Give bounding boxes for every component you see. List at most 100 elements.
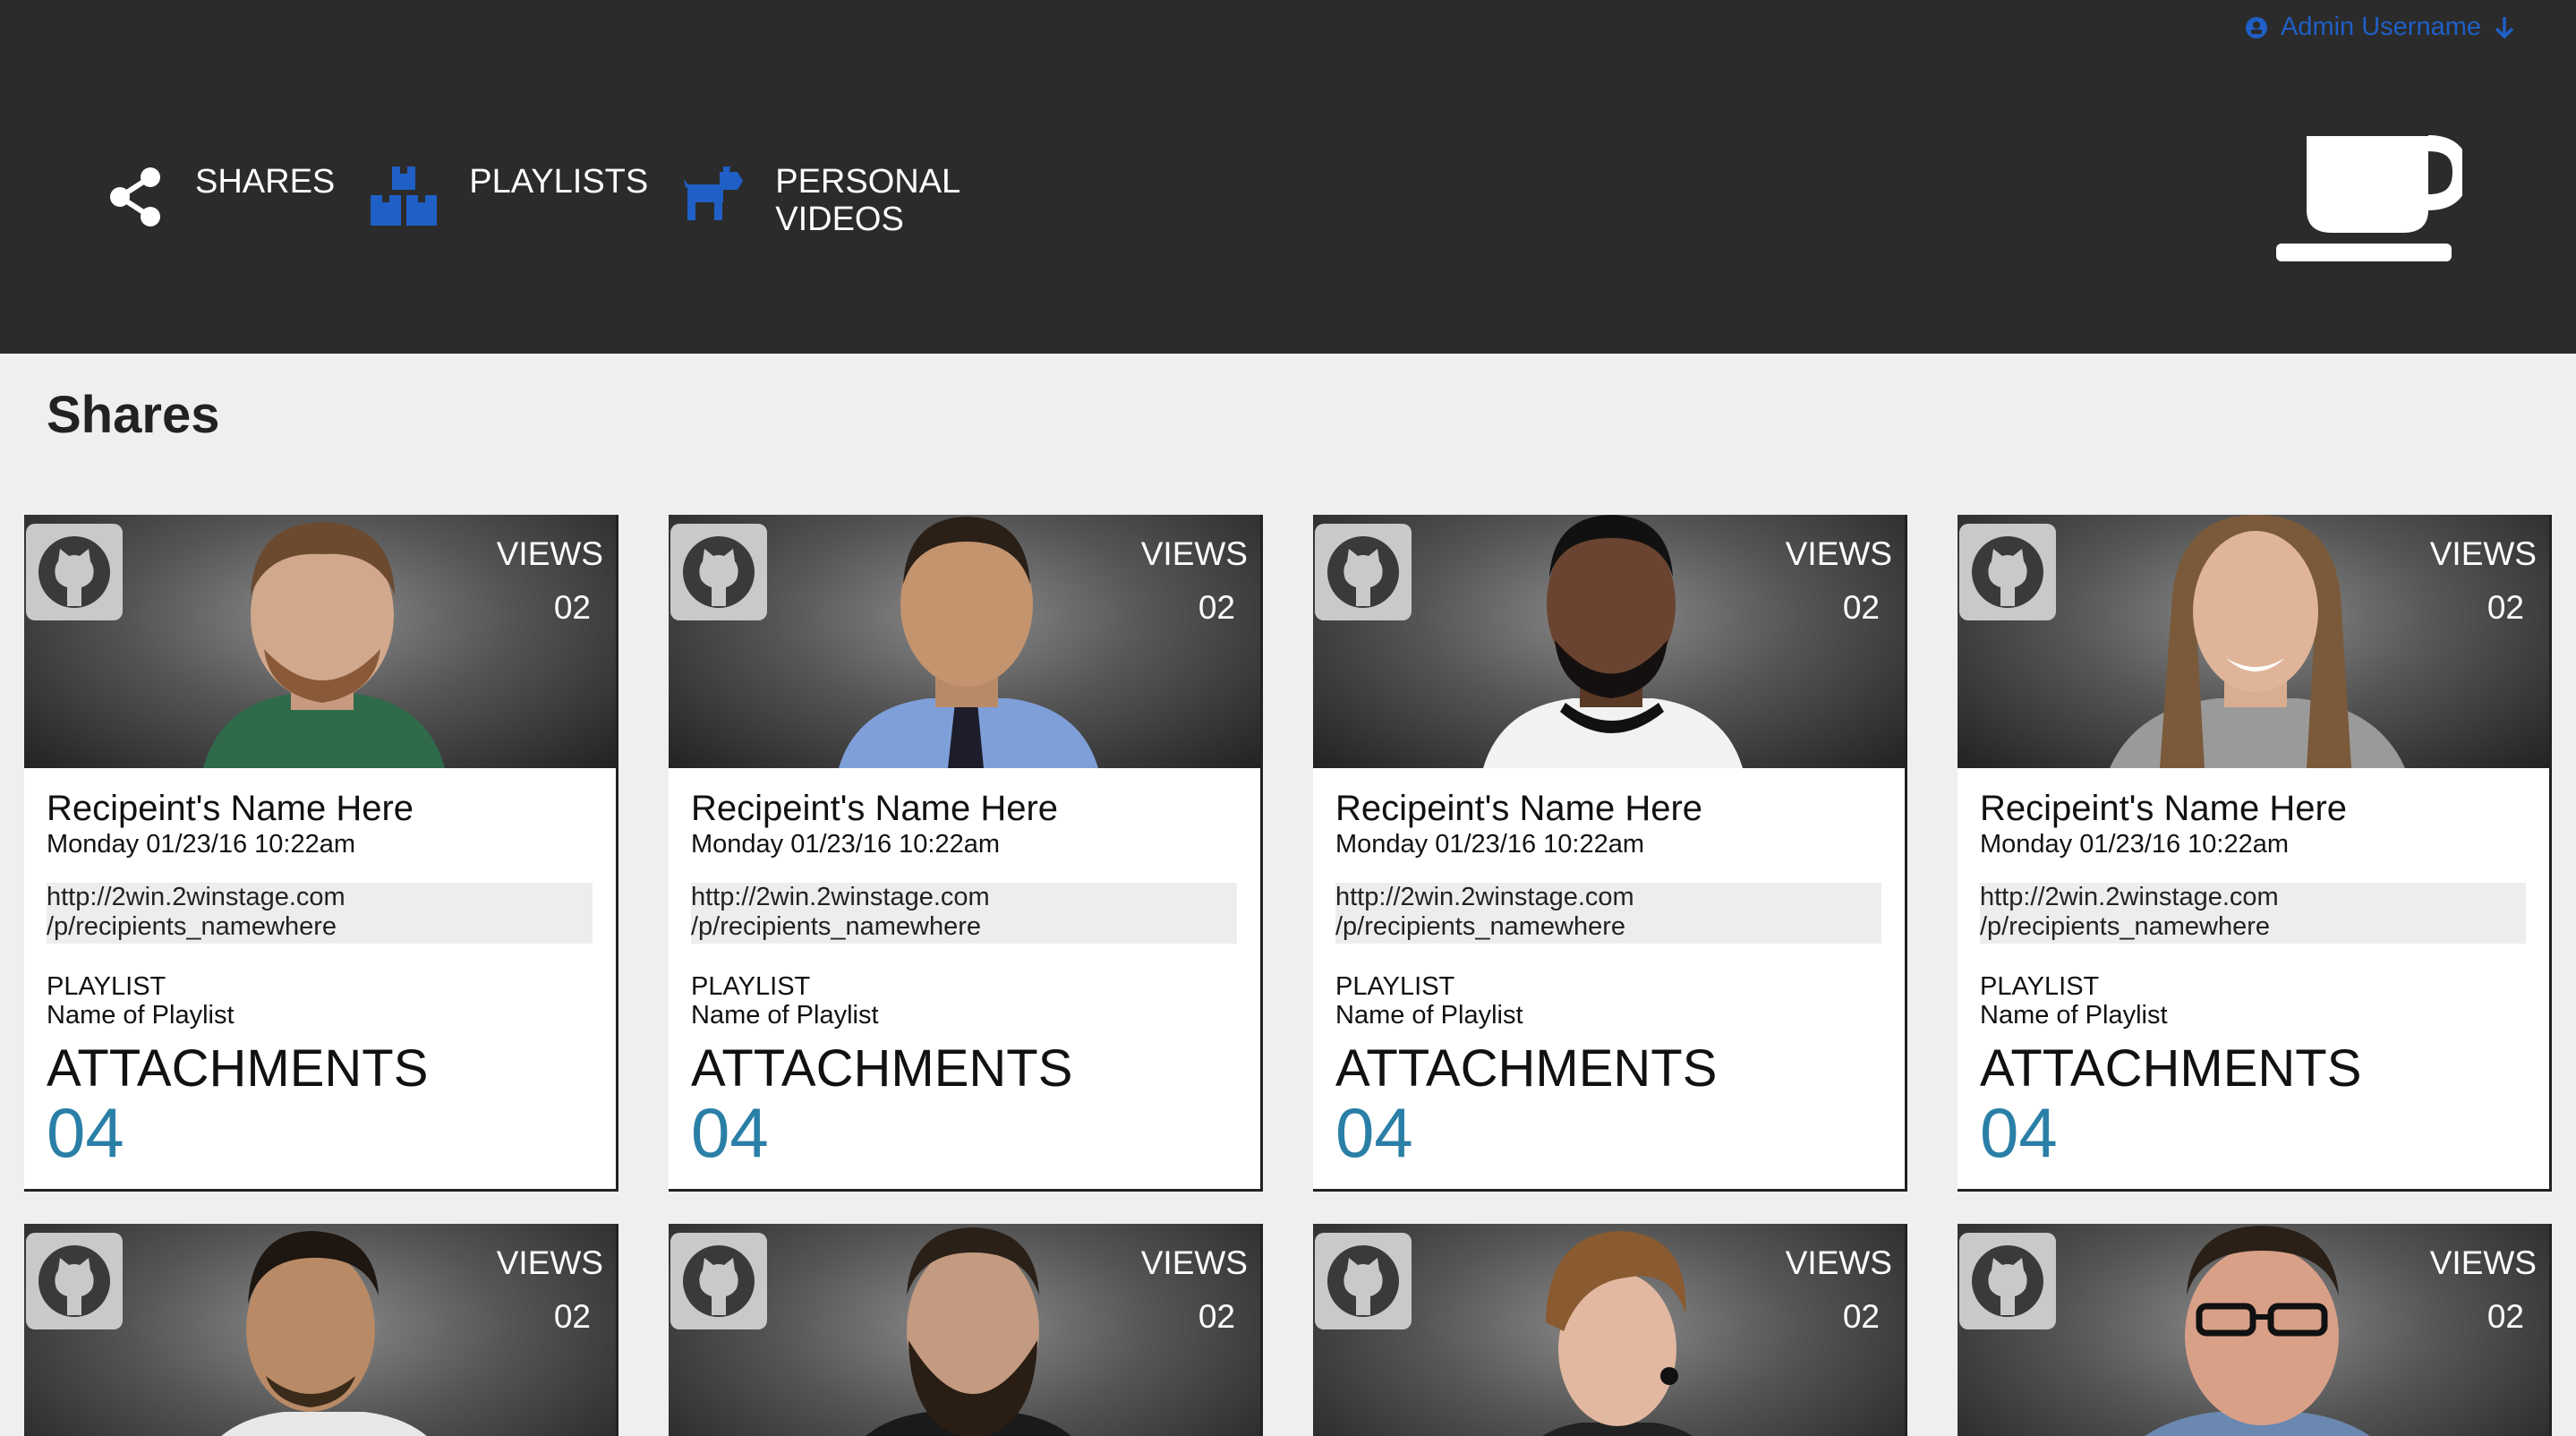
recipient-photo: VIEWS 02 (669, 515, 1260, 768)
nav-shares-label: SHARES (195, 163, 336, 201)
share-icon (109, 167, 163, 227)
share-date: Monday 01/23/16 10:22am (1980, 830, 2290, 859)
views-counter: VIEWS 02 (1786, 527, 1892, 635)
playlist-name: Name of Playlist (1980, 1001, 2168, 1030)
recipient-name: Recipeint's Name Here (1335, 789, 1703, 828)
views-counter: VIEWS 02 (2430, 1236, 2537, 1344)
attachments-label: ATTACHMENTS (47, 1039, 429, 1098)
playlist-name: Name of Playlist (1335, 1001, 1523, 1030)
share-url[interactable]: http://2win.2winstage.com /p/recipients_… (47, 883, 593, 944)
nav-playlists-label: PLAYLISTS (469, 163, 649, 201)
views-count: 02 (1842, 1298, 1880, 1335)
dog-icon (684, 167, 744, 222)
top-header-bar: Admin Username SHARES PLAYLISTS PERSONAL… (0, 0, 2576, 354)
recipient-name: Recipeint's Name Here (47, 789, 414, 828)
attachments-count: 04 (1335, 1093, 1413, 1172)
share-url-line-2: /p/recipients_namewhere (1335, 912, 1626, 941)
share-card[interactable]: VIEWS 02 Recipeint's Name Here Monday 01… (24, 515, 618, 1192)
share-url-line-2: /p/recipients_namewhere (47, 912, 337, 941)
user-circle-icon (2245, 16, 2268, 39)
github-icon[interactable] (1959, 524, 2056, 620)
arrow-down-icon (2494, 15, 2515, 40)
nav-personal-videos-label: PERSONAL VIDEOS (775, 163, 960, 238)
views-label: VIEWS (2429, 535, 2537, 572)
github-icon[interactable] (26, 524, 123, 620)
share-url-line-1: http://2win.2winstage.com (1335, 883, 1634, 911)
views-counter: VIEWS 02 (1141, 527, 1248, 635)
main-nav: SHARES PLAYLISTS PERSONAL VIDEOS (109, 163, 1008, 238)
share-card[interactable]: VIEWS 02 (24, 1224, 618, 1436)
share-url[interactable]: http://2win.2winstage.com /p/recipients_… (691, 883, 1237, 944)
views-count: 02 (1198, 589, 1235, 626)
share-card[interactable]: VIEWS 02 (1313, 1224, 1907, 1436)
admin-username: Admin Username (2280, 13, 2481, 41)
views-count: 02 (1198, 1298, 1235, 1335)
recipient-photo: VIEWS 02 (24, 1224, 616, 1436)
views-counter: VIEWS 02 (497, 1236, 603, 1344)
github-icon[interactable] (670, 1233, 767, 1329)
attachments-count: 04 (1980, 1093, 2058, 1172)
views-counter: VIEWS 02 (1786, 1236, 1892, 1344)
views-counter: VIEWS 02 (2430, 527, 2537, 635)
views-label: VIEWS (1140, 1244, 1248, 1281)
share-url-line-2: /p/recipients_namewhere (1980, 912, 2271, 941)
views-label: VIEWS (1140, 535, 1248, 572)
share-date: Monday 01/23/16 10:22am (47, 830, 356, 859)
attachments-label: ATTACHMENTS (1335, 1039, 1718, 1098)
views-count: 02 (1842, 589, 1880, 626)
recipient-photo: VIEWS 02 (1958, 1224, 2549, 1436)
views-counter: VIEWS 02 (497, 527, 603, 635)
card-info: Recipeint's Name Here Monday 01/23/16 10… (24, 768, 616, 1189)
github-icon[interactable] (1315, 1233, 1412, 1329)
views-label: VIEWS (496, 535, 603, 572)
coffee-cup-icon[interactable] (2276, 132, 2469, 269)
playlist-label: PLAYLIST (1980, 972, 2100, 1001)
share-url-line-1: http://2win.2winstage.com (1980, 883, 2279, 911)
nav-personal-videos[interactable]: PERSONAL VIDEOS (684, 163, 972, 238)
share-url[interactable]: http://2win.2winstage.com /p/recipients_… (1335, 883, 1881, 944)
attachments-label: ATTACHMENTS (1980, 1039, 2362, 1098)
admin-user-menu[interactable]: Admin Username (2245, 13, 2515, 42)
views-label: VIEWS (2429, 1244, 2537, 1281)
share-url-line-1: http://2win.2winstage.com (47, 883, 345, 911)
recipient-name: Recipeint's Name Here (1980, 789, 2348, 828)
share-url[interactable]: http://2win.2winstage.com /p/recipients_… (1980, 883, 2526, 944)
views-count: 02 (2486, 589, 2524, 626)
views-label: VIEWS (1785, 1244, 1892, 1281)
playlist-name: Name of Playlist (691, 1001, 879, 1030)
playlist-name: Name of Playlist (47, 1001, 235, 1030)
share-url-line-2: /p/recipients_namewhere (691, 912, 982, 941)
card-info: Recipeint's Name Here Monday 01/23/16 10… (669, 768, 1260, 1189)
share-card[interactable]: VIEWS 02 Recipeint's Name Here Monday 01… (1313, 515, 1907, 1192)
views-label: VIEWS (1785, 535, 1892, 572)
page-title: Shares (47, 386, 220, 444)
recipient-photo: VIEWS 02 (24, 515, 616, 768)
github-icon[interactable] (1959, 1233, 2056, 1329)
share-card[interactable]: VIEWS 02 Recipeint's Name Here Monday 01… (669, 515, 1263, 1192)
recipient-photo: VIEWS 02 (1313, 515, 1905, 768)
share-card[interactable]: VIEWS 02 (1958, 1224, 2552, 1436)
recipient-name: Recipeint's Name Here (691, 789, 1059, 828)
nav-playlists[interactable]: PLAYLISTS (371, 163, 648, 226)
views-count: 02 (553, 589, 591, 626)
share-date: Monday 01/23/16 10:22am (691, 830, 1001, 859)
playlist-label: PLAYLIST (47, 972, 166, 1001)
views-counter: VIEWS 02 (1141, 1236, 1248, 1344)
attachments-label: ATTACHMENTS (691, 1039, 1073, 1098)
recipient-photo: VIEWS 02 (1313, 1224, 1905, 1436)
views-count: 02 (553, 1298, 591, 1335)
views-count: 02 (2486, 1298, 2524, 1335)
share-card[interactable]: VIEWS 02 Recipeint's Name Here Monday 01… (1958, 515, 2552, 1192)
share-card[interactable]: VIEWS 02 (669, 1224, 1263, 1436)
share-url-line-1: http://2win.2winstage.com (691, 883, 990, 911)
boxes-icon (371, 167, 438, 226)
share-date: Monday 01/23/16 10:22am (1335, 830, 1645, 859)
github-icon[interactable] (1315, 524, 1412, 620)
github-icon[interactable] (26, 1233, 123, 1329)
views-label: VIEWS (496, 1244, 603, 1281)
attachments-count: 04 (47, 1093, 124, 1172)
recipient-photo: VIEWS 02 (669, 1224, 1260, 1436)
nav-shares[interactable]: SHARES (109, 163, 335, 227)
github-icon[interactable] (670, 524, 767, 620)
shares-grid: VIEWS 02 Recipeint's Name Here Monday 01… (24, 515, 2552, 1436)
